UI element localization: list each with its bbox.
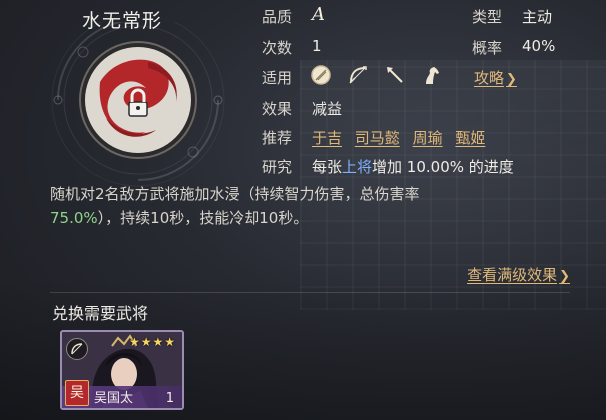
chevron-right-icon: ❯ (506, 72, 517, 87)
skill-emblem-water-icon (51, 22, 225, 187)
rate-label: 概率 (472, 39, 503, 57)
applicable-icons (310, 64, 453, 88)
shield-icon (311, 65, 331, 85)
research-prefix: 每张 (312, 158, 343, 176)
count-value: 1 (312, 37, 322, 55)
troop-type-badge (66, 338, 88, 360)
recommend-label: 推荐 (262, 129, 293, 147)
type-value: 主动 (522, 8, 553, 26)
research-highlight: 上将 (342, 158, 373, 176)
skill-description: 随机对2名敌方武将施加水浸（持续智力伤害，总伤害率 75.0%），持续10秒，技… (50, 182, 570, 230)
research-text: 每张上将增加 10.00% 的进度 (312, 156, 514, 177)
spear-icon (387, 67, 403, 83)
applicable-label: 适用 (262, 69, 293, 87)
strategy-link[interactable]: 攻略 ❯ (474, 67, 517, 88)
star-rating: ★★★★ (128, 335, 176, 349)
quality-value: A (312, 4, 325, 25)
divider (50, 292, 570, 293)
general-name: 吴国太 (94, 391, 134, 406)
faction-badge: 吴 (65, 380, 89, 406)
effect-label: 效果 (262, 100, 293, 118)
general-card[interactable]: ★★★★ 吴 吴国太 1 (60, 330, 184, 410)
chevron-right-icon: ❯ (559, 269, 570, 284)
type-label: 类型 (472, 8, 503, 26)
bow-icon (349, 66, 367, 84)
recommend-general-link[interactable]: 司马懿 (355, 129, 400, 147)
description-tail: ），持续10秒，技能冷却10秒。 (97, 209, 309, 227)
horse-icon (426, 67, 440, 84)
research-suffix: 增加 10.00% 的进度 (372, 158, 514, 176)
rate-value: 40% (522, 37, 556, 55)
recommend-general-link[interactable]: 于吉 (312, 129, 342, 147)
description-line: 75.0%），持续10秒，技能冷却10秒。 (50, 206, 570, 230)
recommend-general-link[interactable]: 周瑜 (413, 129, 443, 147)
view-max-level-effect-link[interactable]: 查看满级效果 ❯ (467, 264, 570, 285)
recommend-general-link[interactable]: 甄姬 (455, 129, 485, 147)
exchange-title: 兑换需要武将 (52, 304, 149, 323)
description-line: 随机对2名敌方武将施加水浸（持续智力伤害，总伤害率 (50, 185, 420, 203)
general-count: 1 (165, 391, 174, 406)
bow-icon (71, 343, 83, 355)
research-label: 研究 (262, 158, 293, 176)
effect-value: 减益 (312, 100, 343, 118)
count-label: 次数 (262, 39, 293, 57)
damage-rate: 75.0% (50, 209, 98, 227)
quality-label: 品质 (262, 8, 293, 26)
skill-name: 水无常形 (82, 10, 163, 32)
recommend-list: 于吉 司马懿 周瑜 甄姬 (312, 127, 485, 148)
